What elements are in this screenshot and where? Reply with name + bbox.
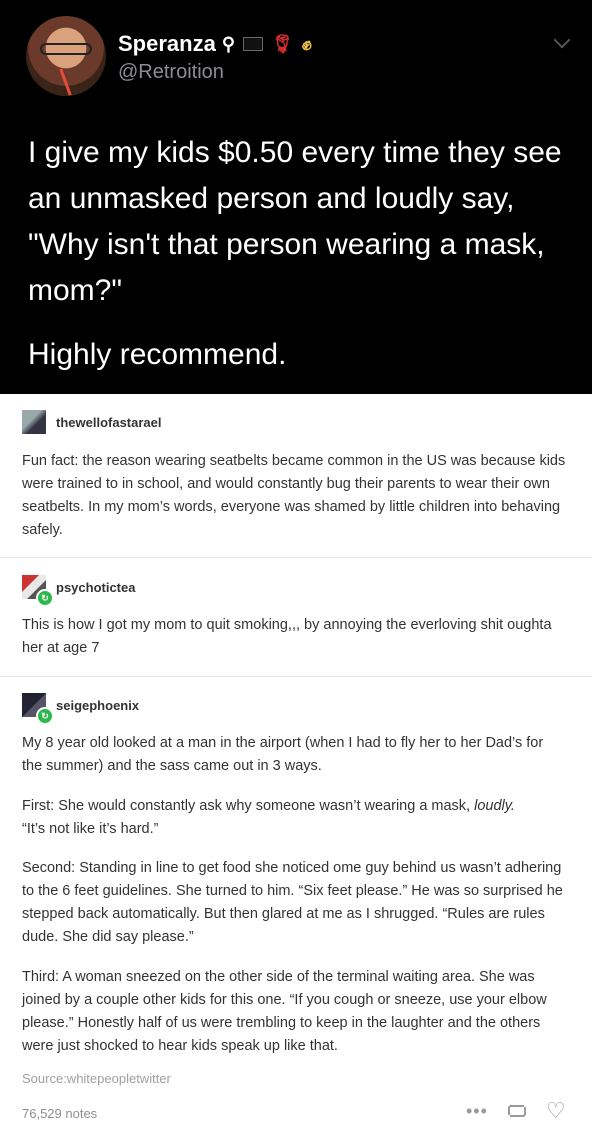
- heart-icon[interactable]: ♡: [546, 1100, 566, 1122]
- raised-fist-icon: ✊︎: [301, 33, 312, 54]
- notes-count[interactable]: 76,529 notes: [22, 1106, 97, 1121]
- post-text: This is how I got my mom to quit smoking…: [22, 617, 552, 656]
- tweet-handle: @Retroition: [118, 61, 224, 83]
- post-paragraph: My 8 year old looked at a man in the air…: [22, 735, 544, 774]
- tweet-closing: Highly recommend.: [28, 338, 287, 371]
- tweet-body: I give my kids $0.50 every time they see…: [28, 136, 562, 307]
- reblog-badge-icon: ↻: [36, 589, 54, 607]
- post-paragraph: Third: A woman sneezed on the other side…: [22, 969, 547, 1054]
- tweet-display-name: Speranza ⚲ 🌹︎ ✊︎: [118, 31, 312, 56]
- avatar[interactable]: [22, 410, 46, 434]
- divider: [0, 557, 592, 558]
- reblog-icon[interactable]: [507, 1104, 526, 1118]
- username-link[interactable]: psychotictea: [56, 580, 135, 595]
- post-actions: ••• ♡: [466, 1100, 566, 1122]
- username-link[interactable]: seigephoenix: [56, 698, 139, 713]
- post-header: ↻ psychotictea: [22, 575, 135, 607]
- post-text: Fun fact: the reason wearing seatbelts b…: [22, 453, 566, 538]
- divider: [0, 676, 592, 677]
- tweet-avatar: [26, 16, 106, 96]
- woman-icon: ⚲: [221, 33, 236, 54]
- post-paragraph: Second: Standing in line to get food she…: [22, 860, 563, 945]
- tweet-screenshot: Speranza ⚲ 🌹︎ ✊︎ @Retroition I give my k…: [0, 0, 592, 394]
- post-paragraph: First: She would constantly ask why some…: [22, 798, 515, 837]
- avatar[interactable]: ↻: [22, 693, 54, 725]
- username-link[interactable]: thewellofastarael: [56, 415, 162, 430]
- post-header: thewellofastarael: [22, 410, 162, 434]
- avatar[interactable]: ↻: [22, 575, 54, 607]
- post-header: ↻ seigephoenix: [22, 693, 139, 725]
- source-link[interactable]: Source:whitepeopletwitter: [22, 1071, 171, 1086]
- emphasis-text: loudly.: [474, 798, 515, 814]
- black-flag-icon: [243, 37, 264, 51]
- chevron-down-icon[interactable]: [553, 31, 571, 49]
- more-options-icon[interactable]: •••: [466, 1102, 488, 1120]
- reblog-badge-icon: ↻: [36, 707, 54, 725]
- rose-icon: 🌹︎: [271, 33, 294, 54]
